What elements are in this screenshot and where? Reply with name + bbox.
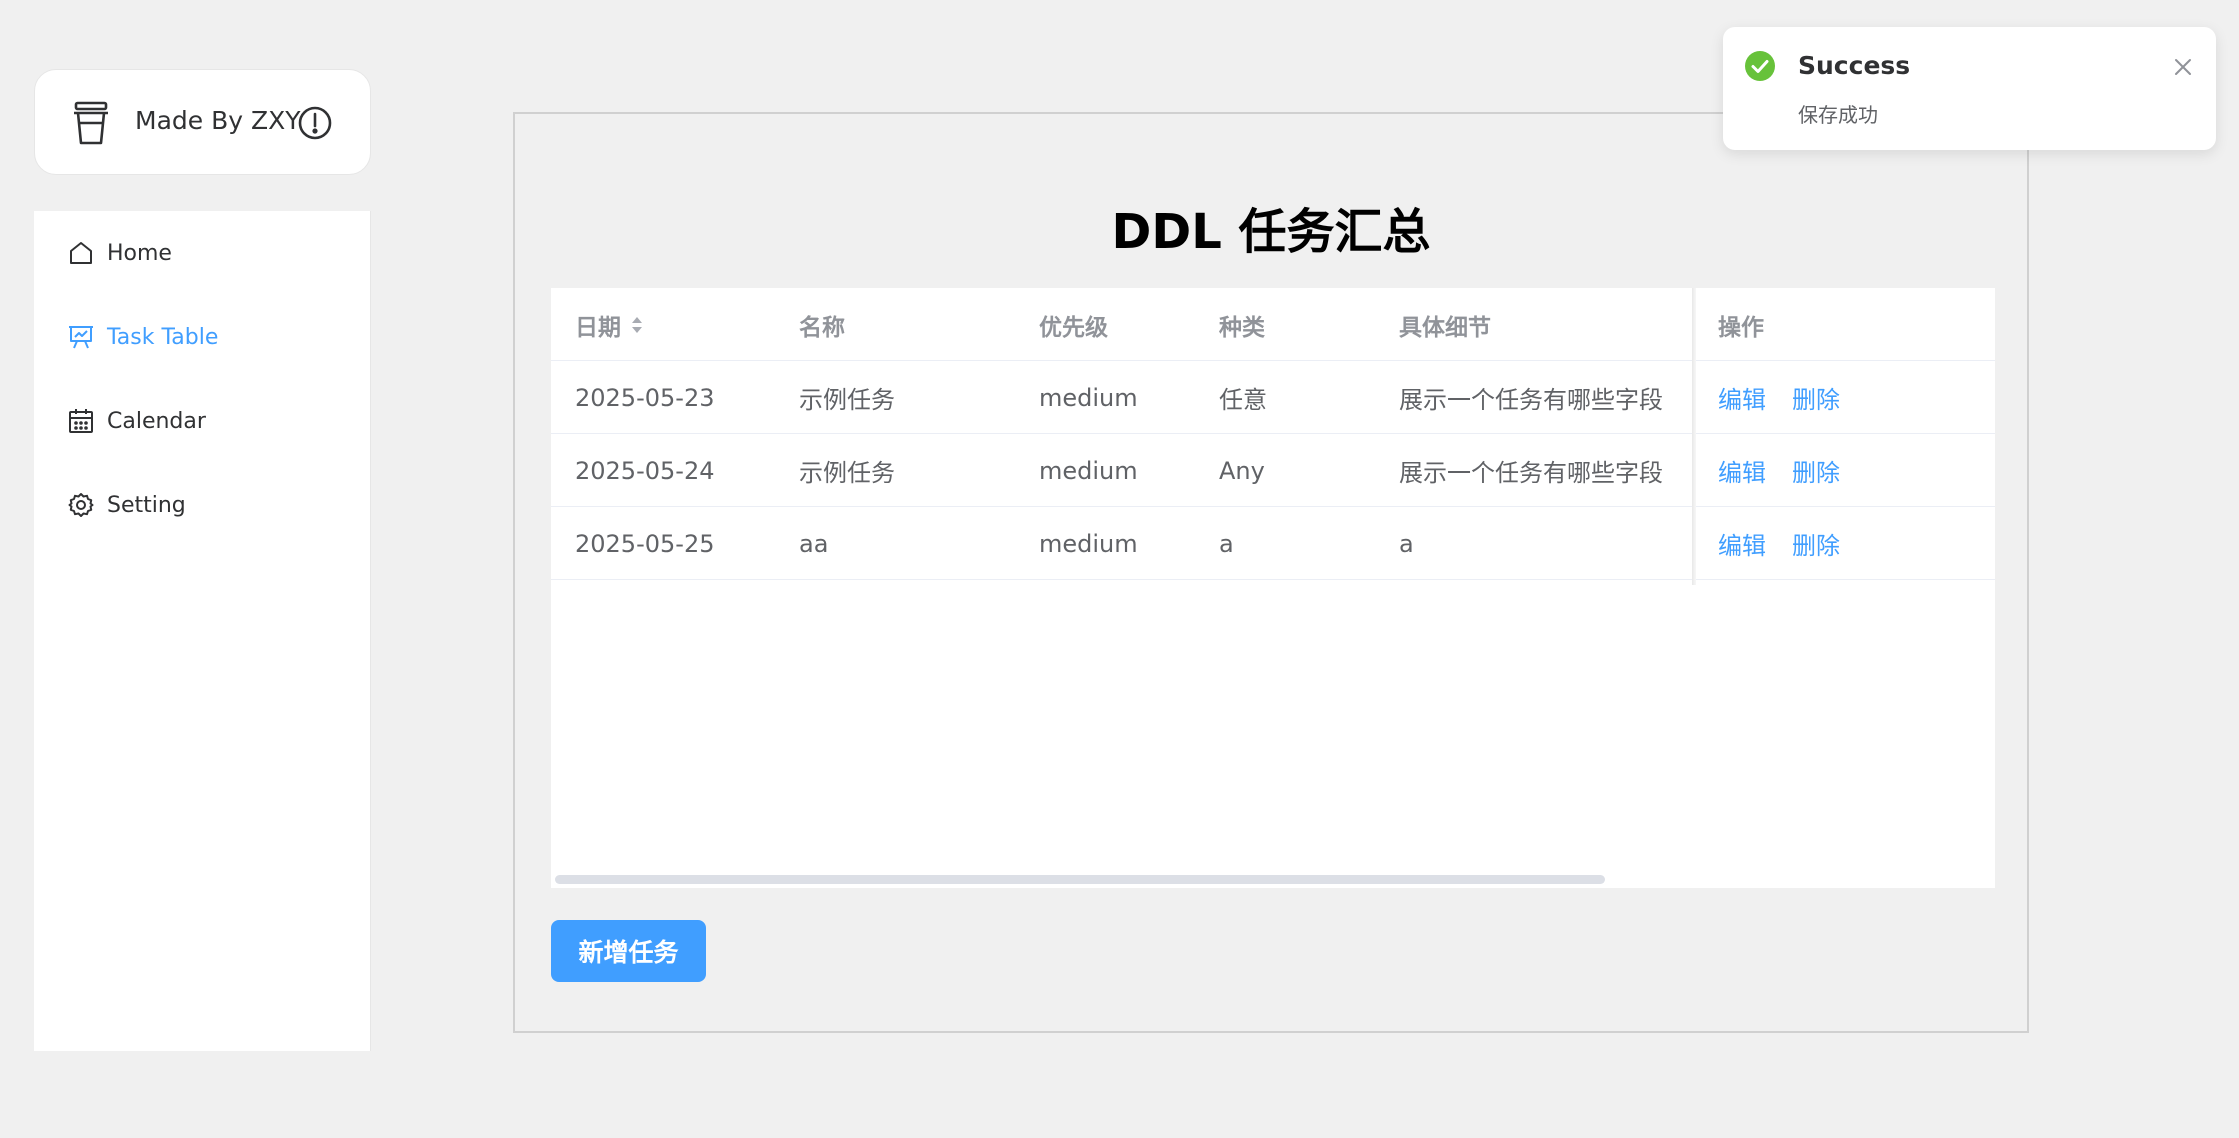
add-task-button[interactable]: 新增任务 (551, 920, 706, 982)
table-header-row: 日期 名称 优先级 种类 具体细节 操作 (551, 288, 1995, 361)
main-panel: DDL 任务汇总 日期 名称 优先级 种类 具体细节 操作 2025-05-23… (513, 112, 2029, 1033)
cell-priority: medium (1039, 456, 1138, 485)
cell-actions: 编辑 删除 (1718, 361, 1866, 434)
table-row: 2025-05-23 示例任务 medium 任意 展示一个任务有哪些字段 编辑… (551, 361, 1995, 434)
brand-text: Made By ZXY (135, 106, 301, 135)
notification-title: Success (1798, 51, 1911, 80)
notification-message: 保存成功 (1798, 103, 1878, 127)
column-header-actions: 操作 (1718, 314, 1764, 341)
edit-button[interactable]: 编辑 (1718, 526, 1766, 561)
cup-icon (73, 101, 109, 145)
cell-detail: 展示一个任务有哪些字段 (1399, 459, 1663, 487)
gear-icon (68, 492, 94, 518)
sidebar-menu: Home Task Table Calendar Setting (34, 211, 371, 1051)
info-icon[interactable] (297, 105, 333, 141)
delete-button[interactable]: 删除 (1792, 380, 1840, 415)
table-row: 2025-05-24 示例任务 medium Any 展示一个任务有哪些字段 编… (551, 434, 1995, 507)
column-header-type: 种类 (1219, 314, 1265, 341)
cell-name: 示例任务 (799, 386, 895, 414)
cell-priority: medium (1039, 529, 1138, 558)
cell-type: 任意 (1219, 386, 1267, 414)
sidebar-item-label: Task Table (107, 324, 219, 350)
sidebar-item-home[interactable]: Home (34, 211, 371, 295)
cell-actions: 编辑 删除 (1718, 434, 1866, 507)
sidebar-item-label: Home (107, 240, 172, 266)
cell-type: Any (1219, 456, 1265, 485)
brand-card: Made By ZXY (34, 69, 371, 175)
cell-priority: medium (1039, 383, 1138, 412)
column-header-date[interactable]: 日期 (575, 288, 643, 361)
cell-actions: 编辑 删除 (1718, 507, 1866, 580)
edit-button[interactable]: 编辑 (1718, 380, 1766, 415)
cell-name: aa (799, 529, 829, 558)
page-title: DDL 任务汇总 (1111, 204, 1431, 260)
fixed-column-divider (1692, 288, 1696, 585)
cell-detail: 展示一个任务有哪些字段 (1399, 386, 1663, 414)
cell-date: 2025-05-24 (575, 456, 715, 485)
cell-date: 2025-05-25 (575, 529, 715, 558)
sidebar-item-task-table[interactable]: Task Table (34, 295, 371, 379)
cell-name: 示例任务 (799, 459, 895, 487)
sidebar-item-label: Setting (107, 492, 186, 518)
delete-button[interactable]: 删除 (1792, 526, 1840, 561)
task-table: 日期 名称 优先级 种类 具体细节 操作 2025-05-23 示例任务 med… (551, 288, 1995, 888)
sidebar-item-setting[interactable]: Setting (34, 463, 371, 547)
cell-detail: a (1399, 529, 1414, 558)
column-header-name: 名称 (799, 314, 845, 341)
success-notification: Success 保存成功 (1723, 27, 2216, 150)
delete-button[interactable]: 删除 (1792, 453, 1840, 488)
close-icon[interactable] (2173, 57, 2193, 77)
column-header-priority: 优先级 (1039, 314, 1108, 341)
check-circle-icon (1744, 50, 1776, 82)
sidebar-item-calendar[interactable]: Calendar (34, 379, 371, 463)
sort-caret-icon[interactable] (631, 315, 643, 335)
calendar-icon (68, 408, 94, 434)
horizontal-scrollbar[interactable] (555, 875, 1605, 884)
cell-date: 2025-05-23 (575, 383, 715, 412)
presentation-icon (68, 324, 94, 350)
table-row: 2025-05-25 aa medium a a 编辑 删除 (551, 507, 1995, 580)
cell-type: a (1219, 529, 1234, 558)
home-icon (68, 240, 94, 266)
edit-button[interactable]: 编辑 (1718, 453, 1766, 488)
sidebar-item-label: Calendar (107, 408, 206, 434)
column-header-detail: 具体细节 (1399, 314, 1491, 341)
